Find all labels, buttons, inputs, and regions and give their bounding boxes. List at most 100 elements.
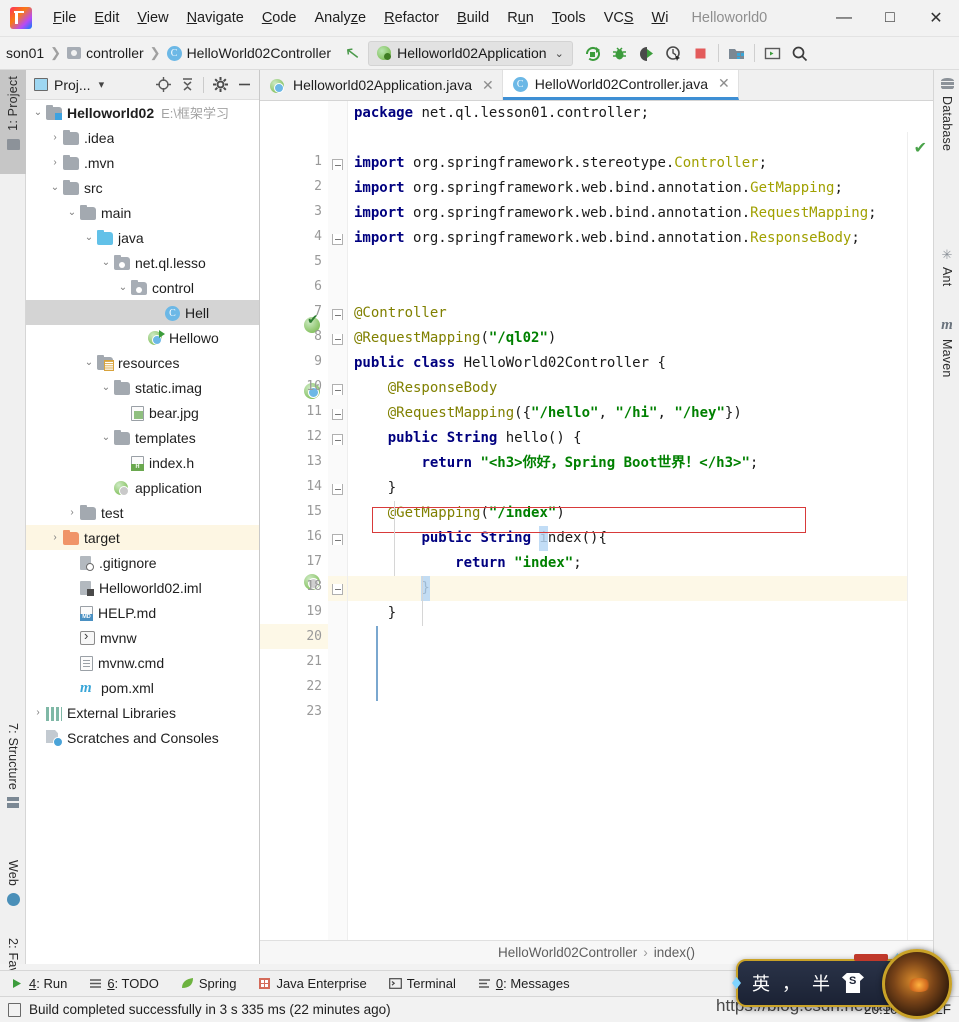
- code-line[interactable]: }: [348, 601, 933, 626]
- fold-toggle-icon[interactable]: [332, 384, 343, 395]
- code-line[interactable]: import org.springframework.web.bind.anno…: [348, 226, 933, 251]
- code-line[interactable]: package net.ql.lesson01.controller;: [348, 101, 933, 126]
- chevron-right-icon[interactable]: ›: [47, 132, 63, 143]
- run-with-coverage-icon[interactable]: [633, 40, 660, 67]
- fold-toggle-icon[interactable]: [332, 534, 343, 545]
- tab-helloworld02controller[interactable]: C HelloWorld02Controller.java ✕: [502, 70, 739, 100]
- editor-breadcrumb-method[interactable]: index(): [654, 945, 695, 960]
- code-line[interactable]: return "<h3>你好，Spring Boot世界！</h3>";: [348, 451, 933, 476]
- debug-icon[interactable]: [606, 40, 633, 67]
- tree-node-helloworld02[interactable]: ⌄ Helloworld02 E:\框架学习: [26, 100, 259, 125]
- editor-error-stripe[interactable]: ✔: [907, 132, 933, 964]
- fold-cell[interactable]: [328, 151, 347, 176]
- fold-toggle-icon[interactable]: [332, 434, 343, 445]
- tree-node-mvn[interactable]: › .mvn: [26, 150, 259, 175]
- tree-node-application[interactable]: application: [26, 475, 259, 500]
- code-line[interactable]: return "index";: [348, 551, 933, 576]
- fold-cell[interactable]: [328, 501, 347, 526]
- chevron-down-icon[interactable]: ⌄: [98, 432, 114, 443]
- chevron-down-icon[interactable]: ⌄: [98, 257, 114, 268]
- code-line[interactable]: import org.springframework.web.bind.anno…: [348, 176, 933, 201]
- fold-toggle-icon[interactable]: [332, 584, 343, 595]
- sidebar-item-database[interactable]: Database: [934, 78, 959, 186]
- tree-node-hellowo[interactable]: Hellowo: [26, 325, 259, 350]
- fold-cell[interactable]: [328, 201, 347, 226]
- inspection-ok-icon[interactable]: ✔: [914, 138, 927, 158]
- fold-toggle-icon[interactable]: [332, 309, 343, 320]
- sidebar-item-ant[interactable]: ✳ Ant: [934, 248, 959, 308]
- build-status-icon[interactable]: [8, 1002, 21, 1017]
- code-line[interactable]: [348, 626, 933, 651]
- chevron-down-icon[interactable]: ⌄: [30, 107, 46, 118]
- tree-node-gitignore[interactable]: .gitignore: [26, 550, 259, 575]
- menu-tools[interactable]: Tools: [543, 5, 595, 31]
- run-icon[interactable]: [579, 40, 606, 67]
- fold-toggle-icon[interactable]: [332, 159, 343, 170]
- chevron-right-icon[interactable]: ›: [30, 707, 46, 718]
- menu-run[interactable]: Run: [498, 5, 543, 31]
- fold-cell[interactable]: [328, 426, 347, 451]
- fold-cell[interactable]: [328, 351, 347, 376]
- code-line[interactable]: [348, 251, 933, 276]
- sidebar-item-web[interactable]: Web: [0, 822, 26, 912]
- tree-node-mvnw-cmd[interactable]: mvnw.cmd: [26, 650, 259, 675]
- tree-node-external-libraries[interactable]: › External Libraries: [26, 700, 259, 725]
- code-line[interactable]: }: [348, 476, 933, 501]
- fold-cell[interactable]: [328, 651, 347, 676]
- chevron-down-icon[interactable]: ⌄: [47, 182, 63, 193]
- maximize-button[interactable]: □: [867, 0, 913, 37]
- bottom-item-spring[interactable]: Spring: [170, 974, 248, 993]
- bottom-item-todo[interactable]: 6: TODO: [78, 974, 170, 993]
- back-arrow-icon[interactable]: ↖: [344, 42, 362, 65]
- fold-cell[interactable]: [328, 601, 347, 626]
- editor-code-content[interactable]: package net.ql.lesson01.controller; impor…: [348, 101, 933, 964]
- fold-cell[interactable]: [328, 451, 347, 476]
- tab-helloworld02application[interactable]: Helloworld02Application.java ✕: [260, 70, 503, 100]
- tree-node-index-h[interactable]: Hindex.h: [26, 450, 259, 475]
- tree-node-static-imag[interactable]: ⌄ static.imag: [26, 375, 259, 400]
- tab-close-icon-0[interactable]: ✕: [482, 77, 494, 94]
- menu-code[interactable]: Code: [253, 5, 306, 31]
- tree-node-bear-jpg[interactable]: bear.jpg: [26, 400, 259, 425]
- code-line[interactable]: public String index(){: [348, 526, 933, 551]
- tree-node-java[interactable]: ⌄ java: [26, 225, 259, 250]
- search-everywhere-icon[interactable]: [786, 40, 813, 67]
- menu-navigate[interactable]: Navigate: [178, 5, 253, 31]
- fold-toggle-icon[interactable]: [332, 409, 343, 420]
- code-line[interactable]: import org.springframework.web.bind.anno…: [348, 201, 933, 226]
- terminal-icon[interactable]: [759, 40, 786, 67]
- chevron-right-icon[interactable]: ›: [47, 532, 63, 543]
- menu-file[interactable]: File: [44, 5, 85, 31]
- menu-build[interactable]: Build: [448, 5, 498, 31]
- code-line[interactable]: }: [348, 576, 933, 601]
- menu-edit[interactable]: Edit: [85, 5, 128, 31]
- fold-toggle-icon[interactable]: [332, 234, 343, 245]
- tree-node-scratches-and-consoles[interactable]: Scratches and Consoles: [26, 725, 259, 750]
- tree-node-control[interactable]: ⌄ control: [26, 275, 259, 300]
- code-line[interactable]: import org.springframework.stereotype.Co…: [348, 151, 933, 176]
- bottom-item-messages[interactable]: 0: Messages: [467, 974, 581, 993]
- code-editor[interactable]: 1234567891011121314151617181920212223 pa…: [260, 101, 933, 964]
- fold-cell[interactable]: [328, 626, 347, 651]
- tree-node-helloworld02-iml[interactable]: Helloworld02.iml: [26, 575, 259, 600]
- tree-node-resources[interactable]: ⌄ resources: [26, 350, 259, 375]
- editor-breadcrumb-class[interactable]: HelloWorld02Controller: [498, 945, 637, 960]
- ime-language-mode[interactable]: 英: [752, 970, 770, 996]
- menu-refactor[interactable]: Refactor: [375, 5, 448, 31]
- code-line[interactable]: [348, 126, 933, 151]
- tree-node-idea[interactable]: › .idea: [26, 125, 259, 150]
- chevron-down-icon[interactable]: ⌄: [81, 357, 97, 368]
- code-line[interactable]: [348, 276, 933, 301]
- sidebar-item-structure[interactable]: 7: Structure: [0, 692, 26, 814]
- code-line[interactable]: @ResponseBody: [348, 376, 933, 401]
- tree-node-test[interactable]: › test: [26, 500, 259, 525]
- tab-close-icon-1[interactable]: ✕: [718, 75, 730, 92]
- chevron-right-icon[interactable]: ›: [64, 507, 80, 518]
- sidebar-item-project[interactable]: 1: Project: [0, 70, 26, 174]
- chevron-down-icon[interactable]: ⌄: [81, 232, 97, 243]
- sidebar-item-maven[interactable]: m Maven: [934, 318, 959, 406]
- bottom-item-terminal[interactable]: Terminal: [378, 974, 467, 993]
- chevron-right-icon[interactable]: ›: [47, 157, 63, 168]
- fold-cell[interactable]: [328, 326, 347, 351]
- fold-cell[interactable]: [328, 301, 347, 326]
